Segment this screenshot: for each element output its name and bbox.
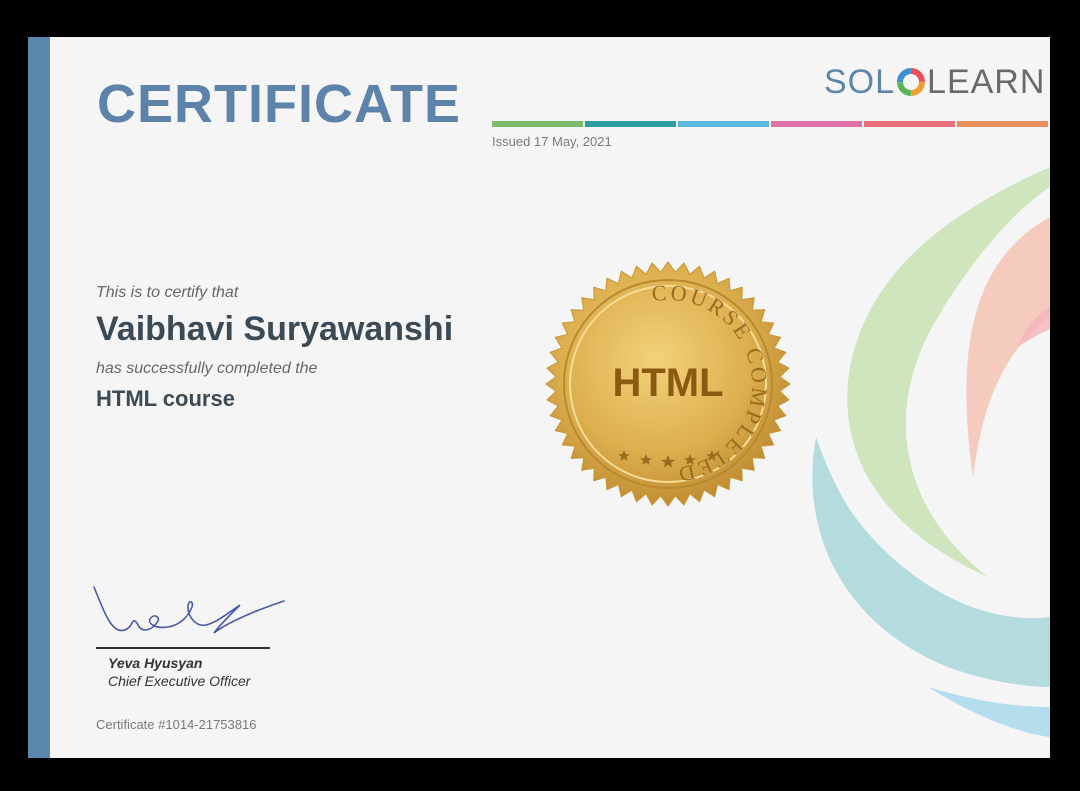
stripe-pink [771,121,862,127]
course-name: HTML course [96,386,235,411]
logo-ring-icon [897,68,926,96]
signatory-name: Yeva Hyusyan [108,655,203,671]
certificate: CERTIFICATE SOL LEARN Issued 17 May, 202… [28,37,1050,758]
certificate-number: Certificate #1014-21753816 [96,717,257,732]
logo-text-learn: LEARN [927,63,1046,101]
stripe-orange [957,121,1048,127]
color-stripes [492,121,1048,127]
completed-text: has successfully completed the [96,360,318,377]
stripe-blue [678,121,769,127]
logo-text-sol: SOL [824,63,896,101]
stripe-teal [585,121,676,127]
certify-text: This is to certify that [96,284,239,301]
sololearn-logo: SOL LEARN [824,65,1045,99]
course-completed-seal: COURSE COMPLETED HTML [545,261,791,507]
decorative-swirl [812,167,1050,737]
stripe-green [492,121,583,127]
certificate-title: CERTIFICATE [97,74,461,134]
seal-center-text: HTML [612,361,723,405]
stripe-red [864,121,955,127]
issued-date: Issued 17 May, 2021 [492,134,612,149]
signature-image [93,586,285,649]
signatory-title: Chief Executive Officer [108,673,251,689]
recipient-name: Vaibhavi Suryawanshi [96,310,454,348]
side-accent-bar [28,37,50,758]
